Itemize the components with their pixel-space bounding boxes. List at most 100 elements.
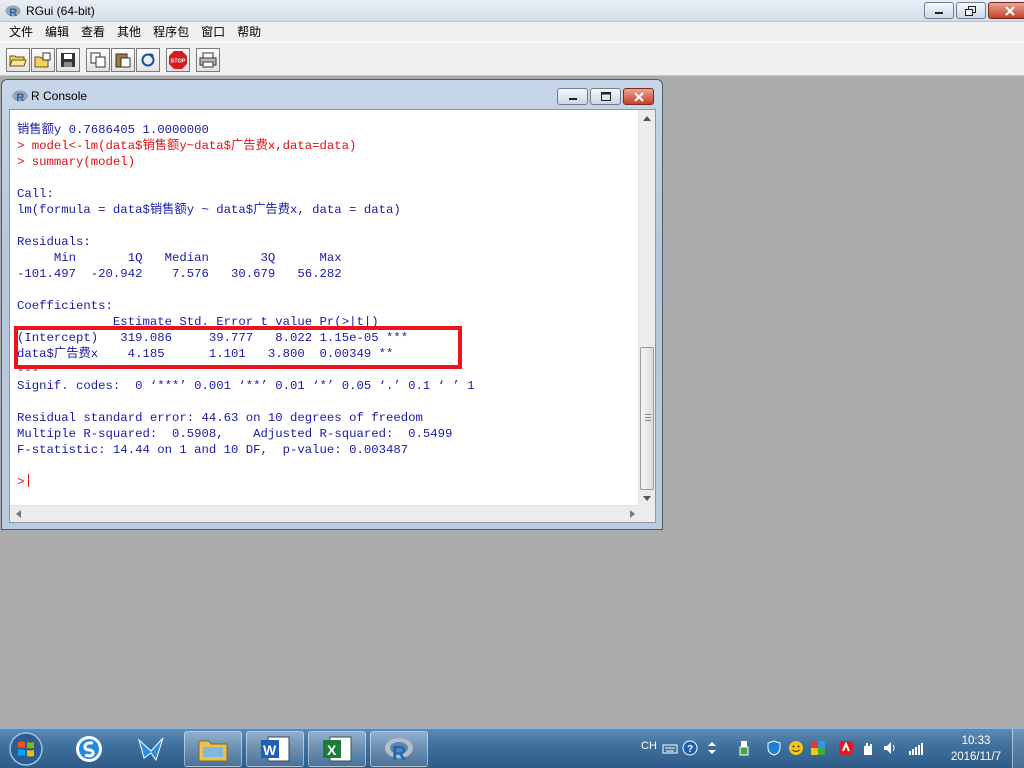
console-output-line: Coefficients: xyxy=(17,299,113,313)
horizontal-scrollbar[interactable] xyxy=(10,505,640,522)
open-script-icon xyxy=(9,55,27,67)
console-close-button[interactable] xyxy=(623,88,654,105)
console-prompt: > xyxy=(17,475,25,489)
show-desktop-button[interactable] xyxy=(1012,729,1024,768)
r-logo-icon: R xyxy=(5,5,21,19)
arrow-left-icon xyxy=(15,510,21,518)
console-output-line: -101.497 -20.942 7.576 30.679 56.282 xyxy=(17,267,350,281)
vertical-scrollbar[interactable] xyxy=(638,110,655,507)
windows-start-icon xyxy=(9,732,43,766)
scroll-left-button[interactable] xyxy=(10,506,26,522)
help-icon[interactable]: ? xyxy=(682,740,698,756)
network-icon[interactable] xyxy=(908,740,924,756)
toolbar: STOP xyxy=(0,42,1024,76)
file-explorer-icon xyxy=(198,740,228,762)
coefficients-highlight-box xyxy=(14,326,462,369)
console-output-line: Residual standard error: 44.63 on 10 deg… xyxy=(17,411,423,425)
paste-icon xyxy=(115,53,131,68)
console-output-line: Multiple R-squared: 0.5908, Adjusted R-s… xyxy=(17,427,460,441)
clock-time: 10:33 xyxy=(961,735,991,747)
usb-icon[interactable] xyxy=(736,740,752,756)
open-script-button[interactable] xyxy=(6,48,30,72)
minimize-icon xyxy=(568,97,577,100)
r-icon: R xyxy=(385,738,413,763)
r-console-window[interactable]: R R Console 销售额y 0.7686405 1.0000000 > mo… xyxy=(1,79,663,530)
options-icon[interactable] xyxy=(704,740,720,756)
app-titlebar[interactable]: R RGui (64-bit) xyxy=(0,0,1024,22)
taskbar: W X R CH ? 10:33 2016/11/7 xyxy=(0,728,1024,768)
system-tray: CH ? 10:33 2016/11/7 xyxy=(636,729,1024,768)
console-command-line: > summary(model) xyxy=(17,155,136,169)
svg-text:?: ? xyxy=(687,744,693,755)
close-icon xyxy=(1005,5,1015,16)
red-app-icon[interactable] xyxy=(838,740,854,756)
stop-button[interactable]: STOP xyxy=(166,48,190,72)
save-button[interactable] xyxy=(56,48,80,72)
volume-icon[interactable] xyxy=(882,740,898,756)
menu-edit[interactable]: 编辑 xyxy=(39,22,75,42)
smiley-icon[interactable] xyxy=(788,740,804,756)
colorful-app-icon[interactable] xyxy=(810,740,826,756)
menu-help[interactable]: 帮助 xyxy=(231,22,267,42)
restore-button[interactable] xyxy=(956,2,986,19)
clock-date: 2016/11/7 xyxy=(950,751,1002,763)
minimize-button[interactable] xyxy=(924,2,954,19)
minimize-icon xyxy=(935,11,943,14)
save-icon xyxy=(61,53,75,67)
print-button[interactable] xyxy=(196,48,220,72)
scroll-thumb[interactable] xyxy=(640,347,654,490)
svg-text:W: W xyxy=(263,742,277,758)
feiq-messenger-icon xyxy=(138,737,164,762)
console-output-line: F-statistic: 14.44 on 1 and 10 DF, p-val… xyxy=(17,443,409,457)
restore-icon xyxy=(965,5,976,16)
arrow-up-icon xyxy=(643,116,651,121)
start-button[interactable] xyxy=(6,731,46,767)
taskbar-r[interactable]: R xyxy=(370,731,428,767)
taskbar-sogou[interactable] xyxy=(60,731,118,767)
menu-packages[interactable]: 程序包 xyxy=(147,22,195,42)
security-shield-icon[interactable] xyxy=(766,740,782,756)
clock[interactable]: 10:33 2016/11/7 xyxy=(936,733,1016,765)
language-indicator[interactable]: CH xyxy=(641,740,657,752)
taskbar-excel[interactable]: X xyxy=(308,731,366,767)
console-output-area[interactable]: 销售额y 0.7686405 1.0000000 > model<-lm(data… xyxy=(9,109,656,523)
r-logo-icon: R xyxy=(12,90,28,104)
close-button[interactable] xyxy=(988,2,1024,19)
keyboard-icon[interactable] xyxy=(662,740,678,756)
taskbar-feiq[interactable] xyxy=(122,731,180,767)
scroll-up-button[interactable] xyxy=(639,110,655,127)
app-title: RGui (64-bit) xyxy=(26,4,95,18)
hand-icon[interactable] xyxy=(860,740,876,756)
menu-windows[interactable]: 窗口 xyxy=(195,22,231,42)
console-maximize-button[interactable] xyxy=(590,88,621,105)
close-icon xyxy=(633,91,644,102)
print-icon xyxy=(199,52,217,68)
taskbar-word[interactable]: W xyxy=(246,731,304,767)
refresh-button[interactable] xyxy=(136,48,160,72)
grip-icon xyxy=(645,414,651,415)
console-prompt-line[interactable]: > xyxy=(17,474,637,490)
console-output-line: 销售额y 0.7686405 1.0000000 xyxy=(17,123,209,137)
console-minimize-button[interactable] xyxy=(557,88,588,105)
console-command-line: > model<-lm(data$销售额y~data$广告费x,data=dat… xyxy=(17,139,357,153)
console-text[interactable]: 销售额y 0.7686405 1.0000000 > model<-lm(data… xyxy=(17,122,637,490)
paste-button[interactable] xyxy=(111,48,135,72)
copy-button[interactable] xyxy=(86,48,110,72)
sogou-input-icon xyxy=(76,736,102,762)
text-cursor xyxy=(28,474,30,487)
load-workspace-button[interactable] xyxy=(31,48,55,72)
menu-file[interactable]: 文件 xyxy=(3,22,39,42)
svg-text:R: R xyxy=(16,92,24,104)
menu-view[interactable]: 查看 xyxy=(75,22,111,42)
load-workspace-icon xyxy=(34,52,51,68)
menu-misc[interactable]: 其他 xyxy=(111,22,147,42)
console-titlebar[interactable]: R R Console xyxy=(2,80,662,108)
console-output-line: Residuals: xyxy=(17,235,91,249)
console-output-line: Call: xyxy=(17,187,54,201)
taskbar-explorer[interactable] xyxy=(184,731,242,767)
